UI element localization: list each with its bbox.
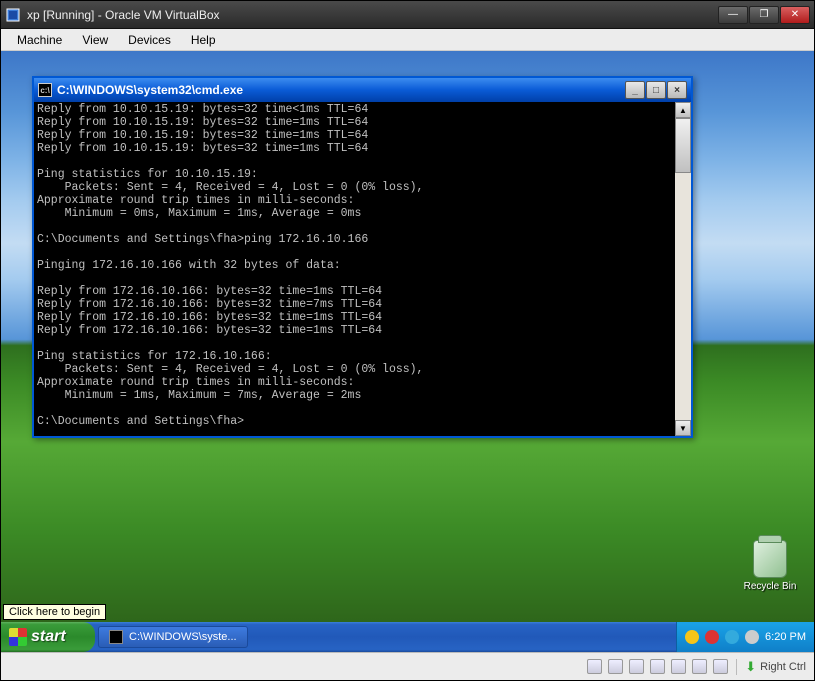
cmd-maximize-button[interactable]: □	[646, 81, 666, 99]
xp-desktop[interactable]: c:\ C:\WINDOWS\system32\cmd.exe _ □ × Re…	[1, 51, 814, 652]
start-label: start	[31, 628, 66, 646]
status-recording-icon[interactable]	[713, 659, 728, 674]
start-button[interactable]: start	[1, 622, 95, 652]
menu-machine[interactable]: Machine	[7, 31, 72, 49]
virtualbox-window: xp [Running] - Oracle VM VirtualBox — ❐ …	[0, 0, 815, 681]
status-separator	[736, 659, 737, 675]
cmd-minimize-button[interactable]: _	[625, 81, 645, 99]
menu-help[interactable]: Help	[181, 31, 226, 49]
status-optical-icon[interactable]	[608, 659, 623, 674]
cmd-titlebar[interactable]: c:\ C:\WINDOWS\system32\cmd.exe _ □ ×	[34, 78, 691, 102]
vbox-maximize-button[interactable]: ❐	[749, 6, 779, 24]
vbox-window-controls: — ❐ ✕	[717, 6, 810, 24]
alert-icon[interactable]	[705, 630, 719, 644]
menu-devices[interactable]: Devices	[118, 31, 181, 49]
security-shield-icon[interactable]	[685, 630, 699, 644]
cmd-window: c:\ C:\WINDOWS\system32\cmd.exe _ □ × Re…	[32, 76, 693, 438]
hostkey-arrow-icon: ⬇	[745, 659, 756, 675]
cmd-output[interactable]: Reply from 10.10.15.19: bytes=32 time<1m…	[34, 102, 675, 436]
tray-clock[interactable]: 6:20 PM	[765, 631, 806, 643]
status-shared-folders-icon[interactable]	[671, 659, 686, 674]
cmd-icon: c:\	[38, 83, 52, 97]
cmd-scrollbar[interactable]: ▲ ▼	[675, 102, 691, 436]
status-harddisk-icon[interactable]	[587, 659, 602, 674]
scroll-thumb[interactable]	[675, 118, 691, 173]
xp-taskbar: start C:\WINDOWS\syste... 6:20 PM	[1, 622, 814, 652]
vbox-icon	[5, 7, 21, 23]
scroll-up-button[interactable]: ▲	[675, 102, 691, 118]
menu-view[interactable]: View	[72, 31, 118, 49]
recycle-bin-label: Recycle Bin	[740, 581, 800, 592]
vbox-menubar: Machine View Devices Help	[1, 29, 814, 51]
status-network-icon[interactable]	[629, 659, 644, 674]
status-display-icon[interactable]	[692, 659, 707, 674]
vm-viewport: c:\ C:\WINDOWS\system32\cmd.exe _ □ × Re…	[1, 51, 814, 652]
taskbar-cmd-icon	[109, 630, 123, 644]
network-icon[interactable]	[725, 630, 739, 644]
taskbar-item-cmd[interactable]: C:\WINDOWS\syste...	[98, 626, 248, 648]
recycle-bin-icon	[753, 540, 787, 578]
system-tray: 6:20 PM	[676, 622, 814, 652]
start-tooltip: Click here to begin	[3, 604, 106, 620]
cmd-body: Reply from 10.10.15.19: bytes=32 time<1m…	[34, 102, 691, 436]
scroll-track[interactable]	[675, 118, 691, 420]
windows-logo-icon	[9, 628, 27, 646]
recycle-bin[interactable]: Recycle Bin	[740, 540, 800, 592]
vbox-minimize-button[interactable]: —	[718, 6, 748, 24]
hostkey-label: Right Ctrl	[760, 661, 806, 673]
volume-icon[interactable]	[745, 630, 759, 644]
cmd-window-controls: _ □ ×	[625, 81, 687, 99]
status-usb-icon[interactable]	[650, 659, 665, 674]
taskbar-item-label: C:\WINDOWS\syste...	[129, 631, 237, 643]
cmd-close-button[interactable]: ×	[667, 81, 687, 99]
scroll-down-button[interactable]: ▼	[675, 420, 691, 436]
hostkey-indicator[interactable]: ⬇ Right Ctrl	[745, 659, 806, 675]
vbox-statusbar: ⬇ Right Ctrl	[1, 652, 814, 680]
cmd-title: C:\WINDOWS\system32\cmd.exe	[57, 83, 625, 97]
vbox-close-button[interactable]: ✕	[780, 6, 810, 24]
vbox-titlebar[interactable]: xp [Running] - Oracle VM VirtualBox — ❐ …	[1, 1, 814, 29]
vbox-title: xp [Running] - Oracle VM VirtualBox	[27, 8, 717, 22]
